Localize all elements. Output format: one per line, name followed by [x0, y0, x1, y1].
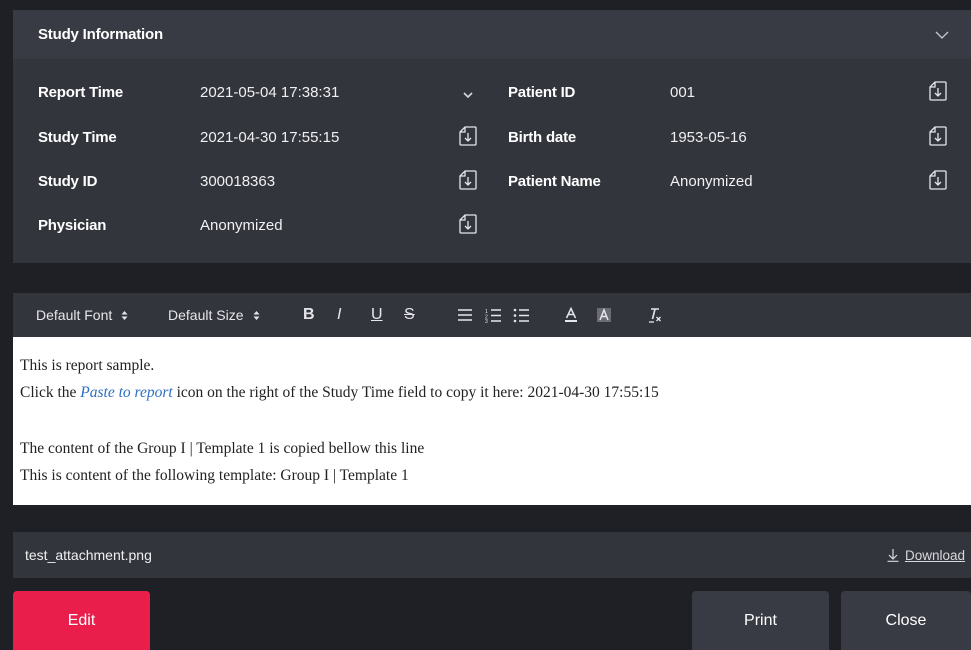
ordered-list-icon[interactable]: 123: [485, 293, 502, 337]
patient-id-label: Patient ID: [508, 84, 576, 101]
edit-button[interactable]: Edit: [13, 591, 150, 650]
paste-to-report-icon[interactable]: [459, 214, 477, 234]
print-button[interactable]: Print: [692, 591, 829, 650]
download-link[interactable]: Download: [887, 548, 965, 563]
patient-name-value: Anonymized: [670, 173, 753, 190]
font-family-label: Default Font: [36, 307, 113, 323]
birth-date-label: Birth date: [508, 129, 577, 146]
font-color-icon[interactable]: [564, 293, 578, 337]
bold-button[interactable]: B: [303, 293, 315, 337]
editor-line-3: The content of the Group I | Template 1 …: [20, 440, 425, 457]
study-info-panel: Report Time 2021-05-04 17:38:31 Patient …: [13, 59, 971, 263]
svg-text:3: 3: [485, 319, 488, 323]
background-color-icon[interactable]: [596, 293, 612, 337]
editor-line-2: Click the Paste to report icon on the ri…: [20, 384, 659, 402]
clear-format-icon[interactable]: [648, 293, 662, 337]
paste-to-report-icon[interactable]: [459, 126, 477, 146]
editor-toolbar: Default Font Default Size B I U S 123: [13, 293, 971, 337]
paste-to-report-icon[interactable]: [459, 170, 477, 190]
bullet-list-icon[interactable]: [513, 293, 530, 337]
editor-line-2-text-end: icon on the right of the Study Time fiel…: [172, 384, 659, 401]
editor-line-2-text: Click the: [20, 384, 81, 401]
birth-date-value: 1953-05-16: [670, 129, 747, 146]
paste-to-report-icon[interactable]: [929, 81, 947, 101]
align-icon[interactable]: [457, 293, 473, 337]
report-editor[interactable]: This is report sample. Click the Paste t…: [13, 337, 971, 505]
font-size-label: Default Size: [168, 307, 244, 323]
patient-id-value: 001: [670, 84, 696, 101]
editor-line-1: This is report sample.: [20, 357, 155, 374]
chevron-down-icon[interactable]: [463, 85, 473, 103]
study-time-value: 2021-04-30 17:55:15: [200, 129, 340, 146]
report-time-label: Report Time: [38, 84, 124, 101]
attachment-row: test_attachment.png Download: [13, 532, 971, 578]
font-family-select[interactable]: Default Font: [36, 293, 128, 337]
paste-to-report-icon[interactable]: [929, 170, 947, 190]
chevron-down-icon[interactable]: [935, 26, 949, 44]
download-label: Download: [904, 547, 965, 563]
strike-button[interactable]: S: [404, 293, 415, 337]
attachment-filename: test_attachment.png: [25, 547, 152, 563]
physician-label: Physician: [38, 217, 107, 234]
close-button[interactable]: Close: [841, 591, 971, 650]
underline-button[interactable]: U: [371, 293, 383, 337]
report-time-select[interactable]: 2021-05-04 17:38:31: [200, 84, 339, 101]
paste-to-report-link[interactable]: Paste to report: [80, 384, 172, 401]
patient-name-label: Patient Name: [508, 173, 601, 190]
editor-line-4: This is content of the following templat…: [20, 467, 409, 484]
study-time-label: Study Time: [38, 129, 117, 146]
font-size-select[interactable]: Default Size: [168, 293, 260, 337]
study-info-header[interactable]: Study Information: [13, 10, 971, 59]
download-icon: [887, 549, 899, 562]
study-info-title: Study Information: [38, 26, 163, 43]
paste-to-report-icon[interactable]: [929, 126, 947, 146]
study-id-label: Study ID: [38, 173, 98, 190]
italic-button[interactable]: I: [337, 293, 341, 337]
study-id-value: 300018363: [200, 173, 276, 190]
physician-value: Anonymized: [200, 217, 283, 234]
